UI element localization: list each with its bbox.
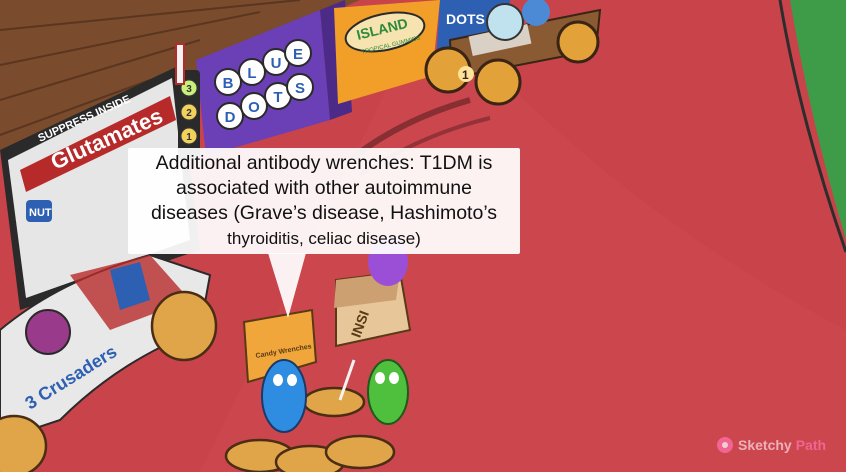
- caption-line-2: associated with other autoimmune: [176, 177, 472, 199]
- video-frame: Glutamates SUPPRESS INSIDE NUT B L U E D…: [0, 0, 846, 472]
- caption-callout: Additional antibody wrenches: T1DM is as…: [128, 148, 520, 254]
- watermark-brand-a: Sketchy: [738, 437, 792, 453]
- caption-line-1: Additional antibody wrenches: T1DM is: [155, 152, 493, 174]
- sketchy-watermark: Sketchy Path: [716, 436, 826, 454]
- caption-line-3: diseases (Grave’s disease, Hashimoto’s: [150, 202, 498, 224]
- caption-line-4: thyroiditis, celiac disease): [227, 229, 421, 248]
- sketchy-logo-icon: [717, 437, 733, 453]
- watermark-brand-b: Path: [795, 437, 827, 453]
